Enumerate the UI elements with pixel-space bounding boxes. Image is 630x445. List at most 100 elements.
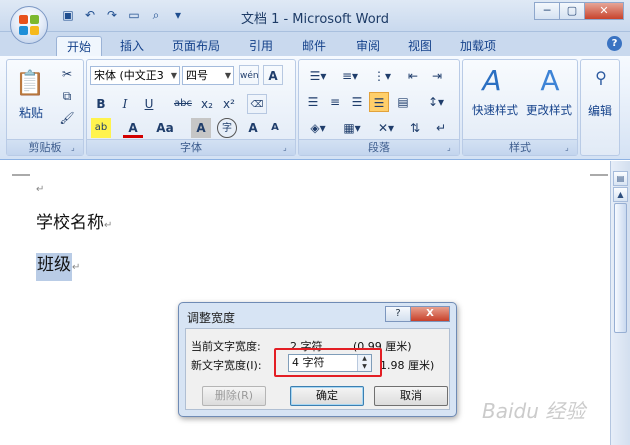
tab-home[interactable]: 开始 <box>56 36 103 56</box>
quick-styles-label[interactable]: 快速样式 <box>467 102 523 118</box>
editing-group[interactable]: ⚲ 编辑 <box>580 59 620 156</box>
superscript-button[interactable]: x² <box>219 94 239 114</box>
text-highlight-button[interactable]: ab <box>91 118 111 138</box>
ruler-toggle-icon[interactable]: ▤ <box>613 171 628 186</box>
tab-insert[interactable]: 插入 <box>120 36 144 56</box>
tab-view[interactable]: 视图 <box>408 36 432 56</box>
vertical-scrollbar[interactable]: ▤ ▲ <box>610 161 630 445</box>
show-marks-icon[interactable]: ↵ <box>431 118 451 138</box>
office-button[interactable] <box>10 6 48 44</box>
font-group-label: 字体 <box>87 139 295 155</box>
phonetic-guide-button[interactable]: wén <box>239 65 259 85</box>
document-line[interactable]: 学校名称↵ <box>36 208 112 233</box>
character-border-button[interactable]: A <box>263 65 283 85</box>
font-size-value: 四号 <box>186 69 208 82</box>
new-width-label: 新文字宽度(I): <box>191 359 262 372</box>
styles-group: A A 快速样式 更改样式 样式 ⌟ <box>462 59 578 156</box>
subscript-button[interactable]: x₂ <box>197 94 217 114</box>
tab-page-layout[interactable]: 页面布局 <box>172 36 220 56</box>
cancel-button[interactable]: 取消 <box>374 386 448 406</box>
italic-button[interactable]: I <box>115 94 135 114</box>
numbering-icon[interactable]: ≡▾ <box>335 66 365 86</box>
line-spacing-icon[interactable]: ↕▾ <box>421 92 451 112</box>
justify-icon[interactable]: ☰ <box>369 92 389 112</box>
change-styles-icon[interactable]: A <box>533 64 567 98</box>
dialog-close-button[interactable]: X <box>410 306 450 322</box>
paragraph-group-label: 段落 <box>299 139 459 155</box>
clear-formatting-icon[interactable]: ⌫ <box>247 94 267 114</box>
fit-text-dialog: 调整宽度 ? X 当前文字宽度: 2 字符 (0.99 厘米) 新文字宽度(I)… <box>178 302 457 417</box>
dialog-help-button[interactable]: ? <box>385 306 411 322</box>
underline-button[interactable]: U <box>139 94 159 114</box>
scroll-thumb[interactable] <box>614 203 627 333</box>
character-shading-button[interactable]: A <box>191 118 211 138</box>
annotation-highlight-box <box>274 348 382 377</box>
quick-styles-icon[interactable]: A <box>475 64 509 98</box>
dialog-title-buttons: ? X <box>385 306 450 322</box>
format-painter-icon[interactable]: 🖌 <box>57 108 77 128</box>
strikethrough-button[interactable]: abc <box>171 94 195 114</box>
grow-font-button[interactable]: A <box>243 118 263 138</box>
font-group: 宋体 (中文正3 ▼ 四号 ▼ wén A B I U abc x₂ x² ⌫ ab… <box>86 59 296 156</box>
ok-button[interactable]: 确定 <box>290 386 364 406</box>
multilevel-list-icon[interactable]: ⋮▾ <box>367 66 397 86</box>
clipboard-group: 📋 粘贴 ✂ ⧉ 🖌 剪贴板 ⌟ <box>6 59 84 156</box>
align-left-icon[interactable]: ☰ <box>303 92 323 112</box>
sort-icon[interactable]: ⇅ <box>405 118 425 138</box>
paragraph-group: ☰▾ ≡▾ ⋮▾ ⇤ ⇥ ☰ ≡ ☰ ☰ ▤ ↕▾ ◈▾ ▦▾ ✕▾ ⇅ ↵ 段… <box>298 59 460 156</box>
align-right-icon[interactable]: ☰ <box>347 92 367 112</box>
paragraph-launcher-icon[interactable]: ⌟ <box>447 143 457 153</box>
font-name-combo[interactable]: 宋体 (中文正3 ▼ <box>90 66 180 85</box>
bold-button[interactable]: B <box>91 94 111 114</box>
ribbon: 📋 粘贴 ✂ ⧉ 🖌 剪贴板 ⌟ 宋体 (中文正3 ▼ 四号 ▼ wén A B I… <box>0 56 630 160</box>
paste-label: 粘贴 <box>18 106 43 120</box>
window-controls: ─ ▢ ✕ <box>534 2 624 20</box>
styles-launcher-icon[interactable]: ⌟ <box>565 143 575 153</box>
scroll-up-button[interactable]: ▲ <box>613 187 628 202</box>
shrink-font-button[interactable]: A <box>265 118 285 138</box>
font-color-button[interactable]: A <box>123 118 143 138</box>
decrease-indent-icon[interactable]: ⇤ <box>403 66 423 86</box>
maximize-button[interactable]: ▢ <box>559 2 585 20</box>
align-center-icon[interactable]: ≡ <box>325 92 345 112</box>
new-width-cm: 1.98 厘米) <box>380 359 435 372</box>
tab-review[interactable]: 审阅 <box>356 36 380 56</box>
editing-label: 编辑 <box>587 104 612 118</box>
borders-icon[interactable]: ▦▾ <box>337 118 367 138</box>
current-width-label: 当前文字宽度: <box>191 340 261 353</box>
enclose-characters-button[interactable]: 字 <box>217 118 237 138</box>
margin-mark <box>590 174 608 176</box>
chevron-down-icon: ▼ <box>170 71 177 80</box>
close-button[interactable]: ✕ <box>584 2 624 20</box>
help-icon[interactable]: ? <box>607 36 622 51</box>
dialog-title: 调整宽度 <box>187 311 236 325</box>
font-size-combo[interactable]: 四号 ▼ <box>182 66 234 85</box>
change-case-button[interactable]: Aa <box>153 118 177 138</box>
ribbon-tabs: 开始 插入 页面布局 引用 邮件 审阅 视图 加载项 ? <box>0 32 630 56</box>
paragraph-mark: ↵ <box>36 184 45 195</box>
distributed-icon[interactable]: ▤ <box>393 92 413 112</box>
dialog-body: 当前文字宽度: 2 字符 (0.99 厘米) 新文字宽度(I): 4 字符 ▲ … <box>185 328 450 410</box>
copy-icon[interactable]: ⧉ <box>57 86 77 106</box>
cut-icon[interactable]: ✂ <box>57 64 77 84</box>
clipboard-launcher-icon[interactable]: ⌟ <box>71 143 81 153</box>
tab-references[interactable]: 引用 <box>249 36 273 56</box>
font-launcher-icon[interactable]: ⌟ <box>283 143 293 153</box>
title-bar: ▣ ↶ ↷ ▭ ⌕ ▾ 文档 1 - Microsoft Word ─ ▢ ✕ <box>0 0 630 32</box>
margin-mark <box>12 174 30 176</box>
office-logo-icon <box>19 15 39 35</box>
shading-icon[interactable]: ◈▾ <box>303 118 333 138</box>
delete-button[interactable]: 删除(R) <box>202 386 266 406</box>
baidu-watermark: Baidu 经验 <box>482 399 586 423</box>
tab-mailings[interactable]: 邮件 <box>302 36 326 56</box>
chinese-layout-icon[interactable]: ✕▾ <box>371 118 401 138</box>
paste-icon[interactable]: 📋 <box>15 66 45 102</box>
document-text-school-name: 学校名称 <box>36 213 104 233</box>
change-styles-label[interactable]: 更改样式 <box>521 102 577 118</box>
bullets-icon[interactable]: ☰▾ <box>303 66 333 86</box>
document-line[interactable]: 班级↵ <box>36 250 80 281</box>
tab-addins[interactable]: 加载项 <box>460 36 496 56</box>
font-name-value: 宋体 (中文正3 <box>94 69 164 82</box>
minimize-button[interactable]: ─ <box>534 2 560 20</box>
increase-indent-icon[interactable]: ⇥ <box>427 66 447 86</box>
